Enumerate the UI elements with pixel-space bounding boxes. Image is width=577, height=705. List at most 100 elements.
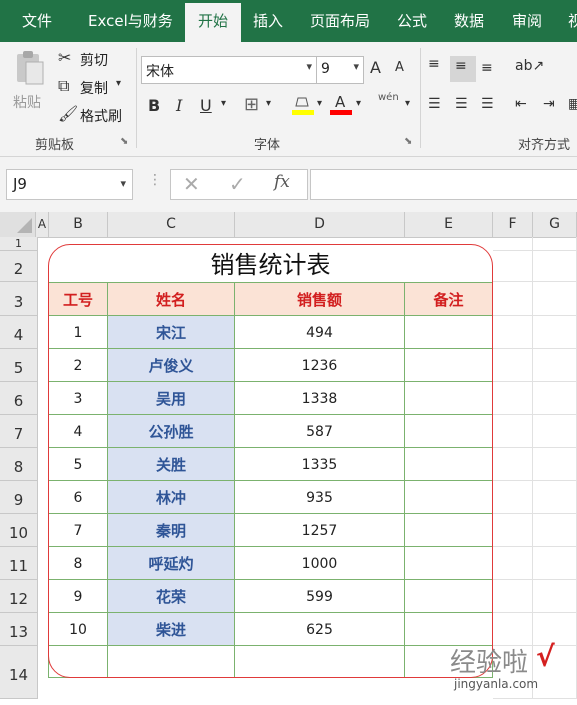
empty-cell[interactable]	[533, 382, 577, 415]
empty-cell[interactable]	[533, 349, 577, 382]
table-cell-sales[interactable]: 1335	[235, 448, 405, 481]
table-cell-note[interactable]	[405, 382, 493, 415]
tab-home[interactable]: 开始	[185, 3, 241, 42]
copy-dropdown-icon[interactable]: ▾	[116, 78, 121, 89]
fill-color-dropdown-icon[interactable]: ▾	[317, 98, 322, 109]
empty-cell[interactable]	[493, 514, 533, 547]
scissors-icon[interactable]: ✂	[58, 48, 71, 67]
empty-cell[interactable]	[533, 237, 577, 251]
empty-cell[interactable]	[493, 282, 533, 316]
row-header-8[interactable]: 8	[0, 448, 38, 481]
underline-button[interactable]: U	[200, 96, 212, 115]
align-left-icon[interactable]: ☰	[428, 96, 441, 112]
empty-cell[interactable]	[533, 514, 577, 547]
table-cell-name[interactable]: 吴用	[108, 382, 235, 415]
table-cell-name[interactable]: 卢俊义	[108, 349, 235, 382]
table-title[interactable]: 销售统计表	[48, 244, 493, 284]
cancel-icon[interactable]: ✕	[183, 172, 200, 196]
dialog-launcher-icon[interactable]: ⬊	[120, 136, 128, 147]
align-right-icon[interactable]: ☰	[481, 96, 494, 112]
table-cell-name[interactable]: 秦明	[108, 514, 235, 547]
table-cell-id[interactable]: 6	[49, 481, 108, 514]
table-cell-sales[interactable]: 599	[235, 580, 405, 613]
table-cell-name[interactable]: 呼延灼	[108, 547, 235, 580]
tab-file[interactable]: 文件	[22, 0, 52, 42]
font-size-select[interactable]: 9 ▾	[316, 56, 364, 84]
row-header-11[interactable]: 11	[0, 547, 38, 580]
row-header-1[interactable]: 1	[0, 237, 38, 251]
column-header-d[interactable]: D	[235, 212, 405, 237]
table-cell-name[interactable]: 柴进	[108, 613, 235, 646]
row-header-10[interactable]: 10	[0, 514, 38, 547]
grow-font-icon[interactable]: A	[370, 58, 381, 77]
table-cell-note[interactable]	[405, 481, 493, 514]
italic-button[interactable]: I	[176, 96, 182, 115]
phonetic-guide-icon[interactable]: wén	[378, 92, 399, 103]
formula-input[interactable]	[310, 169, 577, 200]
table-cell-id[interactable]: 9	[49, 580, 108, 613]
empty-cell[interactable]	[493, 382, 533, 415]
row-header-7[interactable]: 7	[0, 415, 38, 448]
table-cell-note[interactable]	[405, 349, 493, 382]
empty-cell[interactable]	[533, 282, 577, 316]
table-cell-empty[interactable]	[49, 646, 108, 678]
table-cell-name[interactable]: 关胜	[108, 448, 235, 481]
row-header-2[interactable]: 2	[0, 251, 38, 282]
table-cell-sales[interactable]: 587	[235, 415, 405, 448]
tab-formulas[interactable]: 公式	[397, 0, 427, 42]
tab-data[interactable]: 数据	[454, 0, 484, 42]
row-header-14[interactable]: 14	[0, 646, 38, 699]
empty-cell[interactable]	[533, 481, 577, 514]
column-name-header[interactable]: 姓名	[108, 282, 235, 316]
font-color-dropdown-icon[interactable]: ▾	[356, 98, 361, 109]
table-cell-sales[interactable]: 1257	[235, 514, 405, 547]
shrink-font-icon[interactable]: A	[395, 60, 404, 75]
empty-cell[interactable]	[493, 251, 533, 282]
empty-cell[interactable]	[533, 580, 577, 613]
bold-button[interactable]: B	[148, 96, 160, 115]
table-cell-id[interactable]: 2	[49, 349, 108, 382]
column-header-g[interactable]: G	[533, 212, 577, 237]
underline-dropdown-icon[interactable]: ▾	[221, 98, 226, 109]
table-cell-id[interactable]: 10	[49, 613, 108, 646]
select-all-corner[interactable]	[0, 212, 36, 237]
row-header-3[interactable]: 3	[0, 282, 38, 316]
row-header-13[interactable]: 13	[0, 613, 38, 646]
font-name-select[interactable]: 宋体 ▾	[141, 56, 317, 84]
row-header-9[interactable]: 9	[0, 481, 38, 514]
table-cell-note[interactable]	[405, 415, 493, 448]
tab-insert[interactable]: 插入	[253, 0, 283, 42]
table-cell-id[interactable]: 3	[49, 382, 108, 415]
font-color-icon[interactable]: A	[330, 92, 354, 116]
column-note-header[interactable]: 备注	[405, 282, 493, 316]
empty-cell[interactable]	[493, 448, 533, 481]
wrap-text-icon[interactable]: ▦	[568, 96, 577, 112]
copy-button[interactable]: 复制	[80, 78, 108, 98]
table-cell-sales[interactable]: 625	[235, 613, 405, 646]
table-cell-sales[interactable]: 494	[235, 316, 405, 349]
borders-icon[interactable]: ⊞	[244, 94, 259, 115]
row-header-12[interactable]: 12	[0, 580, 38, 613]
table-cell-empty[interactable]	[235, 646, 405, 678]
table-cell-id[interactable]: 4	[49, 415, 108, 448]
empty-cell[interactable]	[493, 547, 533, 580]
table-cell-name[interactable]: 花荣	[108, 580, 235, 613]
paste-icon[interactable]	[14, 50, 46, 86]
empty-cell[interactable]	[533, 547, 577, 580]
column-header-f[interactable]: F	[493, 212, 533, 237]
column-header-e[interactable]: E	[405, 212, 493, 237]
column-sales-header[interactable]: 销售额	[235, 282, 405, 316]
align-center-icon[interactable]: ☰	[455, 96, 468, 112]
table-cell-note[interactable]	[405, 547, 493, 580]
borders-dropdown-icon[interactable]: ▾	[266, 98, 271, 109]
format-painter-icon[interactable]: 🖌	[58, 104, 78, 123]
empty-cell[interactable]	[493, 349, 533, 382]
table-cell-empty[interactable]	[108, 646, 235, 678]
empty-cell[interactable]	[493, 415, 533, 448]
table-cell-id[interactable]: 7	[49, 514, 108, 547]
fill-color-icon[interactable]	[292, 94, 316, 116]
cut-button[interactable]: 剪切	[80, 50, 108, 70]
align-middle-icon[interactable]: ≡	[455, 58, 467, 74]
row-header-5[interactable]: 5	[0, 349, 38, 382]
table-cell-id[interactable]: 5	[49, 448, 108, 481]
